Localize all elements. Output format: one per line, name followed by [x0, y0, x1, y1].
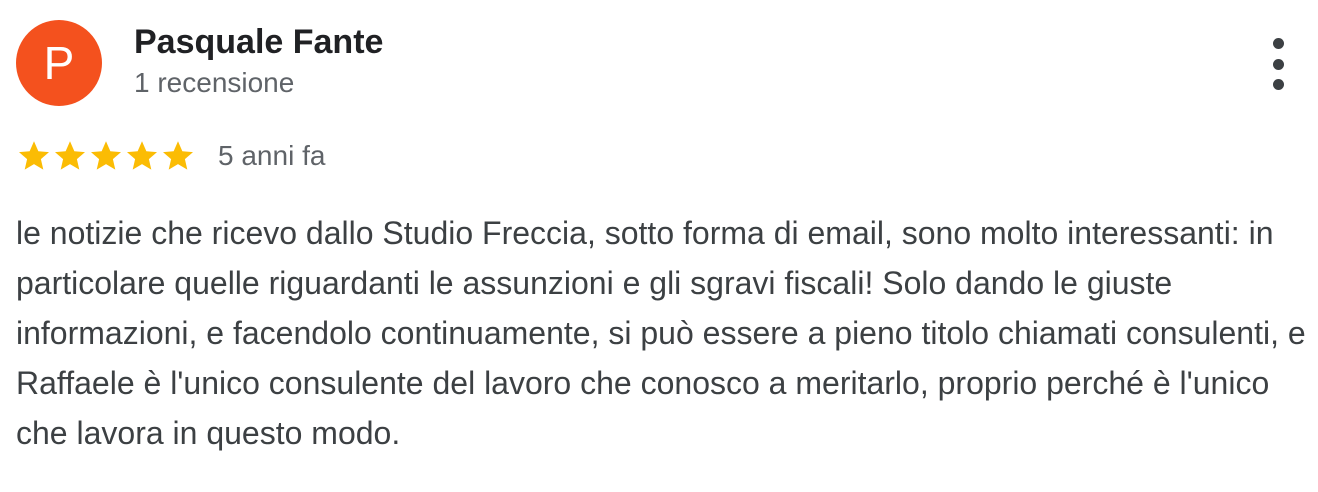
star-icon [19, 141, 49, 170]
author-name[interactable]: Pasquale Fante [134, 22, 383, 62]
author-review-count[interactable]: 1 recensione [134, 66, 294, 100]
star-icon [163, 141, 193, 170]
review-text: le notizie che ricevo dallo Studio Frecc… [16, 215, 1306, 451]
avatar-initial: P [43, 37, 75, 89]
more-options-button[interactable] [1258, 38, 1298, 90]
star-rating [16, 138, 196, 174]
review-card: P Pasquale Fante 1 recensione 5 anni fa … [0, 0, 1318, 492]
more-vert-icon [1272, 38, 1284, 90]
rating-row: 5 anni fa [16, 136, 325, 176]
star-icon [127, 141, 157, 170]
star-icon [55, 141, 85, 170]
review-date: 5 anni fa [218, 140, 326, 171]
star-icon [91, 141, 121, 170]
avatar[interactable]: P [16, 20, 102, 106]
